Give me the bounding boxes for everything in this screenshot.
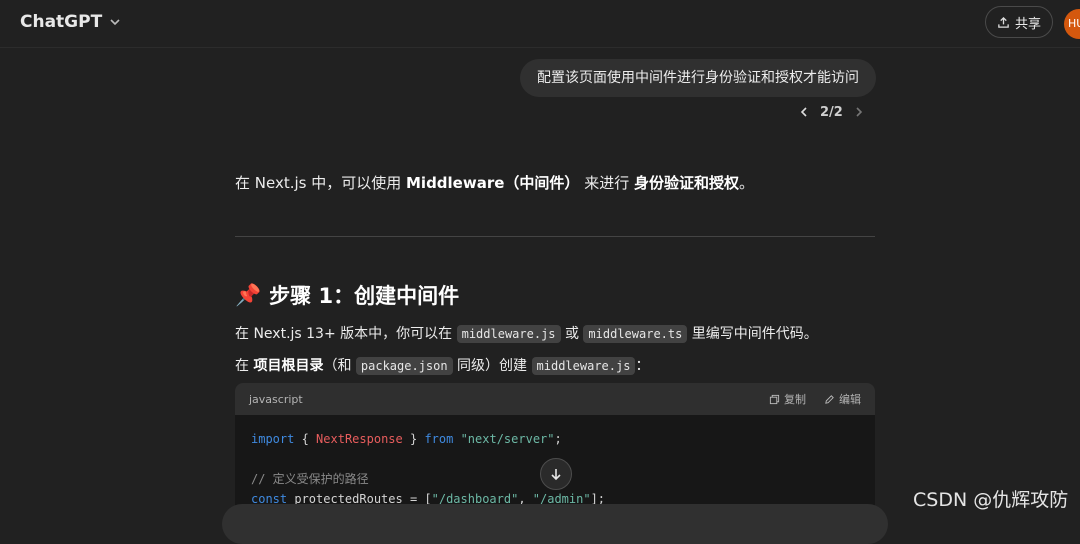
- paragraph-text: 在 Next.js 13+ 版本中，你可以在: [235, 326, 457, 342]
- divider: [235, 236, 875, 237]
- pager-count: 2/2: [820, 104, 843, 120]
- chevron-down-icon: [110, 19, 120, 26]
- paragraph-text: 或: [560, 326, 584, 342]
- code-class: NextResponse: [316, 432, 403, 446]
- code-language: javascript: [249, 392, 303, 406]
- intro-bold-auth: 身份验证和授权: [633, 174, 739, 192]
- code-line: import { NextResponse } from "next/serve…: [251, 429, 859, 449]
- step-heading: 📌 步骤 1：创建中间件: [235, 280, 459, 310]
- user-message-bubble: 配置该页面使用中间件进行身份验证和授权才能访问: [520, 59, 876, 97]
- inline-code: middleware.js: [531, 357, 636, 375]
- code-actions: 复制 编辑: [769, 391, 861, 407]
- code-punct: }: [402, 432, 425, 446]
- code-punct: [453, 432, 460, 446]
- code-punct: {: [294, 432, 317, 446]
- code-header: javascript 复制 编辑: [235, 383, 875, 415]
- code-keyword: import: [251, 432, 295, 446]
- upload-icon: [998, 16, 1009, 28]
- model-name: ChatGPT: [20, 12, 103, 32]
- intro-text: 来进行: [579, 174, 634, 192]
- message-composer[interactable]: [222, 504, 888, 544]
- chevron-left-icon: [800, 107, 807, 117]
- edit-label: 编辑: [839, 393, 861, 406]
- assistant-intro: 在 Next.js 中，可以使用 Middleware（中间件） 来进行 身份验…: [235, 172, 754, 193]
- paragraph-text: 在: [235, 358, 254, 374]
- inline-code: package.json: [355, 357, 453, 375]
- intro-text: 。: [738, 174, 754, 192]
- inline-code: middleware.js: [456, 325, 561, 343]
- code-string: "next/server": [460, 432, 555, 446]
- paragraph-text: 里编写中间件代码。: [687, 326, 818, 342]
- pencil-icon: [825, 394, 834, 404]
- copy-button[interactable]: 复制: [769, 391, 806, 407]
- paragraph-bold: 项目根目录: [253, 358, 324, 374]
- paragraph-text: （和: [323, 358, 356, 374]
- previous-response-button[interactable]: [796, 104, 812, 120]
- pushpin-icon: 📌: [235, 282, 262, 307]
- scroll-to-bottom-button[interactable]: [540, 458, 572, 490]
- response-pager: 2/2: [796, 104, 867, 120]
- edit-button[interactable]: 编辑: [824, 391, 861, 407]
- step-heading-text: 步骤 1：创建中间件: [269, 284, 460, 308]
- copy-label: 复制: [784, 393, 806, 406]
- next-response-button[interactable]: [851, 104, 867, 120]
- paragraph-text: 同级）创建: [452, 358, 532, 374]
- watermark: CSDN @仇辉攻防: [913, 489, 1069, 511]
- arrow-down-icon: [551, 469, 561, 481]
- chevron-right-icon: [856, 107, 862, 117]
- paragraph-text: ：: [635, 358, 650, 374]
- code-punct: ;: [554, 432, 562, 446]
- copy-icon: [769, 394, 780, 404]
- share-button[interactable]: 共享: [985, 6, 1053, 38]
- paragraph-version: 在 Next.js 13+ 版本中，你可以在 middleware.js 或 m…: [235, 323, 818, 343]
- paragraph-create-file: 在 项目根目录（和 package.json 同级）创建 middleware.…: [235, 355, 649, 375]
- share-label: 共享: [1014, 16, 1041, 32]
- inline-code: middleware.ts: [583, 325, 688, 343]
- code-keyword: from: [424, 432, 454, 446]
- intro-text: 在 Next.js 中，可以使用: [235, 174, 406, 192]
- top-bar: ChatGPT 共享 HU: [0, 0, 1080, 48]
- model-selector[interactable]: ChatGPT: [20, 12, 122, 32]
- avatar[interactable]: HU: [1064, 9, 1080, 39]
- intro-bold-middleware: Middleware（中间件）: [406, 174, 580, 192]
